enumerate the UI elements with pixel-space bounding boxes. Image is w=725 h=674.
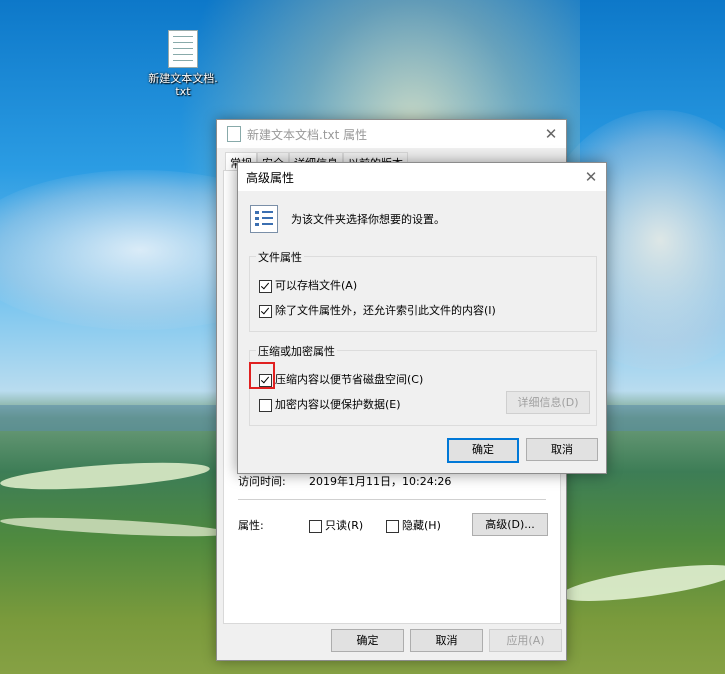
index-checkbox-box[interactable] — [259, 304, 272, 318]
compress-encrypt-group-title: 压缩或加密属性 — [256, 343, 337, 359]
readonly-checkbox[interactable]: 只读(R) — [309, 517, 363, 533]
readonly-label: 只读(R) — [325, 519, 364, 532]
file-attributes-group: 文件属性 可以存档文件(A) 除了文件属性外，还允许索引此文件的内容(I) — [249, 249, 597, 332]
compress-encrypt-group: 压缩或加密属性 压缩内容以便节省磁盘空间(C) 加密内容以便保护数据(E) 详细… — [249, 343, 597, 426]
advanced-attributes-dialog: 高级属性 ✕ 为该文件夹选择你想要的设置。 文件属性 可以存档文件(A) 除了文… — [237, 162, 607, 474]
readonly-checkbox-box[interactable] — [309, 519, 322, 533]
index-checkbox[interactable]: 除了文件属性外，还允许索引此文件的内容(I) — [259, 302, 496, 318]
file-attributes-group-title: 文件属性 — [256, 249, 304, 265]
close-icon[interactable]: ✕ — [536, 120, 566, 148]
hidden-checkbox[interactable]: 隐藏(H) — [386, 517, 441, 533]
advanced-ok-button[interactable]: 确定 — [447, 438, 519, 463]
dialog-description: 为该文件夹选择你想要的设置。 — [291, 213, 445, 226]
close-icon[interactable]: ✕ — [576, 163, 606, 191]
settings-list-icon — [250, 205, 278, 233]
advanced-titlebar[interactable]: 高级属性 ✕ — [238, 163, 606, 191]
compress-label: 压缩内容以便节省磁盘空间(C) — [275, 373, 424, 386]
desktop-file-label: 新建文本文档.txt — [148, 72, 218, 98]
attributes-label: 属性: — [238, 519, 264, 532]
river — [0, 513, 231, 541]
desktop-file-icon[interactable]: 新建文本文档.txt — [148, 30, 218, 98]
highlight-annotation — [249, 362, 275, 389]
properties-title: 新建文本文档.txt 属性 — [247, 127, 368, 142]
hidden-label: 隐藏(H) — [402, 519, 441, 532]
archive-label: 可以存档文件(A) — [275, 279, 358, 292]
river — [559, 557, 725, 609]
text-file-icon — [227, 126, 241, 142]
index-label: 除了文件属性外，还允许索引此文件的内容(I) — [275, 304, 496, 317]
text-file-icon — [168, 30, 198, 68]
details-button[interactable]: 详细信息(D) — [506, 391, 590, 414]
hidden-checkbox-box[interactable] — [386, 519, 399, 533]
encrypt-checkbox[interactable]: 加密内容以便保护数据(E) — [259, 396, 401, 412]
compress-checkbox[interactable]: 压缩内容以便节省磁盘空间(C) — [259, 371, 423, 387]
apply-button[interactable]: 应用(A) — [489, 629, 562, 652]
advanced-cancel-button[interactable]: 取消 — [526, 438, 598, 461]
advanced-title: 高级属性 — [246, 170, 295, 185]
properties-titlebar[interactable]: 新建文本文档.txt 属性 ✕ — [217, 120, 566, 148]
lake — [0, 405, 220, 431]
ok-button[interactable]: 确定 — [331, 629, 404, 652]
access-time-label: 访问时间: — [238, 475, 286, 488]
encrypt-checkbox-box[interactable] — [259, 398, 272, 412]
access-time-value: 2019年1月11日，10:24:26 — [309, 475, 452, 488]
encrypt-label: 加密内容以便保护数据(E) — [275, 398, 401, 411]
cancel-button[interactable]: 取消 — [410, 629, 483, 652]
archive-checkbox-box[interactable] — [259, 279, 272, 293]
advanced-button[interactable]: 高级(D)... — [472, 513, 548, 536]
archive-checkbox[interactable]: 可以存档文件(A) — [259, 277, 357, 293]
river — [0, 457, 211, 495]
divider — [238, 499, 546, 500]
